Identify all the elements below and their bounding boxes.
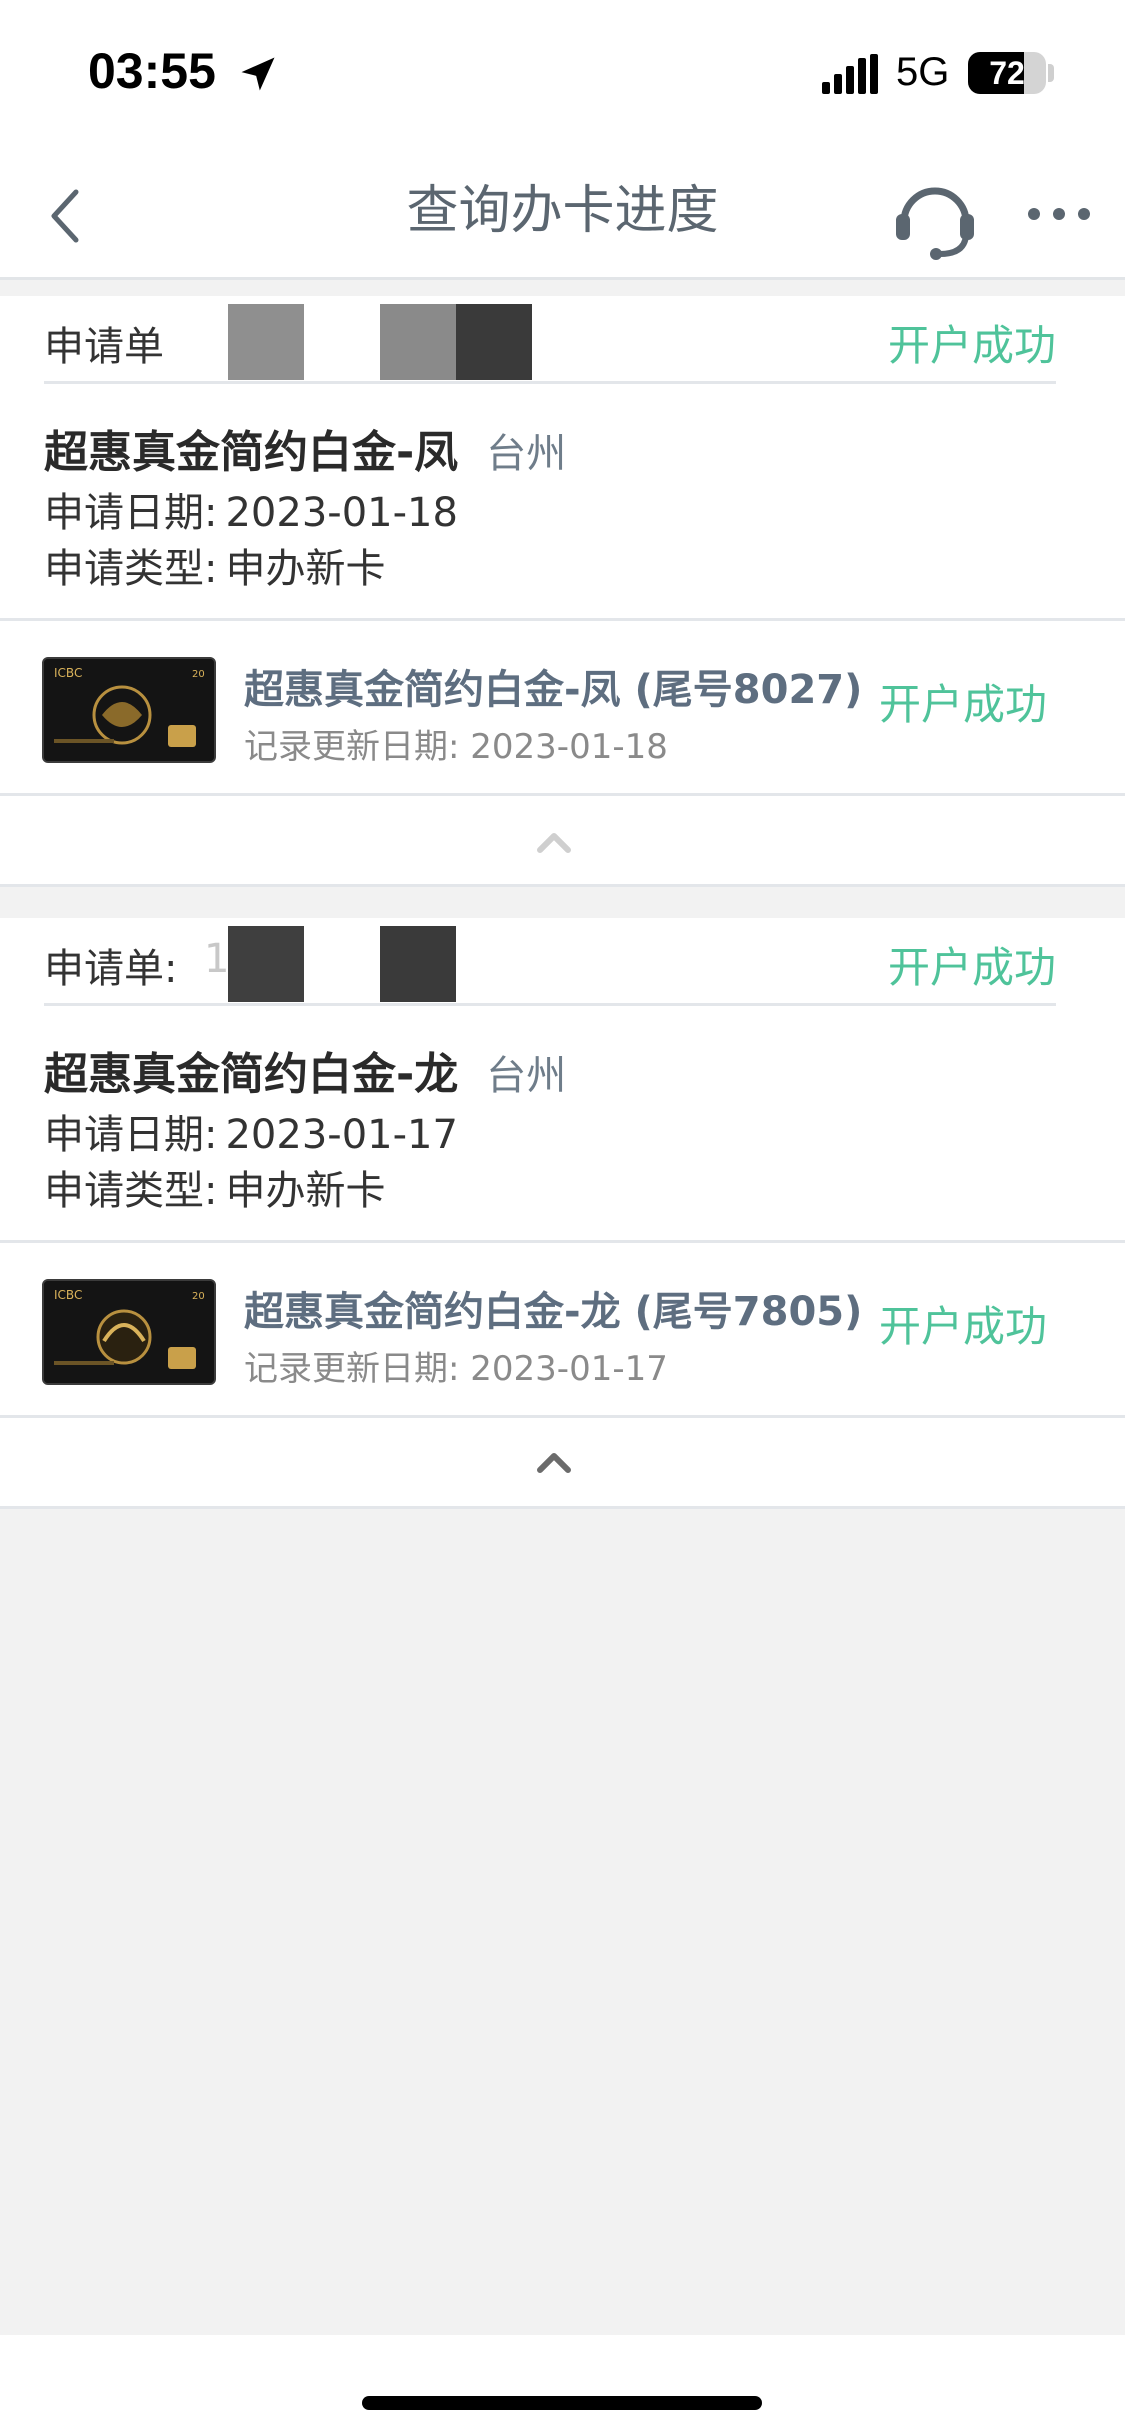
application-status: 开户成功: [887, 943, 1056, 992]
redacted-block: [228, 926, 304, 1002]
signal-strength-icon: [822, 54, 878, 94]
application-date: 申请日期: 2023-01-17: [44, 1102, 458, 1160]
chevron-up-icon: [537, 1453, 571, 1473]
application-type-value: 申办新卡: [225, 1168, 386, 1214]
application-type-label: 申请类型:: [44, 546, 218, 592]
application-header: 申请单 开户成功: [44, 296, 1056, 384]
battery-icon: 72: [968, 52, 1046, 94]
application-type: 申请类型: 申办新卡: [44, 536, 385, 594]
divider: [0, 1506, 1125, 1509]
redacted-block: [456, 304, 532, 380]
application-date-label: 申请日期:: [44, 490, 218, 536]
application-header: 申请单: 120 开户成功: [44, 918, 1056, 1006]
battery-percent: 72: [989, 55, 1025, 91]
collapse-toggle[interactable]: [0, 1418, 1125, 1506]
application-status: 开户成功: [887, 321, 1056, 370]
application-type: 申请类型: 申办新卡: [44, 1158, 385, 1216]
home-bar-area: [0, 2335, 1125, 2435]
card-update-value: 2023-01-17: [470, 1349, 668, 1389]
card-update-value: 2023-01-18: [470, 727, 668, 767]
application-type-value: 申办新卡: [225, 546, 386, 592]
card-item[interactable]: ICBC 20 超惠真金简约白金-凤 (尾号8027) 记录更新日期: 2023…: [0, 621, 1125, 793]
location-arrow-icon: [241, 57, 275, 91]
card-product-name: 超惠真金简约白金-凤: [44, 427, 459, 478]
card-item[interactable]: ICBC 20 超惠真金简约白金-龙 (尾号7805) 记录更新日期: 2023…: [0, 1243, 1125, 1415]
card-name: 超惠真金简约白金-凤 (尾号8027): [244, 667, 863, 713]
card-product-name: 超惠真金简约白金-龙: [44, 1049, 459, 1100]
application-number-label: 申请单: [44, 324, 164, 370]
home-indicator[interactable]: [362, 2396, 762, 2410]
nav-bar: 查询办卡进度: [0, 148, 1125, 280]
application-card[interactable]: 申请单: 120 开户成功 超惠真金简约白金-龙台州 申请日期:2023-01-…: [0, 918, 1125, 1240]
divider: [0, 884, 1125, 887]
credit-card-image: ICBC 20: [42, 657, 216, 763]
application-date: 申请日期: 2023-01-18: [44, 480, 458, 538]
card-city: 台州: [486, 1053, 567, 1099]
status-bar: 03:55 5G 72: [0, 0, 1125, 148]
headset-icon[interactable]: [890, 170, 980, 260]
chevron-up-icon: [537, 833, 571, 853]
battery-tip: [1048, 64, 1054, 82]
collapse-toggle[interactable]: [0, 796, 1125, 884]
svg-text:ICBC: ICBC: [54, 1288, 82, 1302]
more-dots-icon[interactable]: [1024, 194, 1094, 234]
card-city: 台州: [486, 431, 567, 477]
card-product-title: 超惠真金简约白金-龙 台州: [44, 1038, 566, 1102]
svg-text:ICBC: ICBC: [54, 666, 82, 680]
svg-text:20: 20: [192, 1291, 205, 1302]
card-product-title: 超惠真金简约白金-凤 台州: [44, 416, 566, 480]
card-status: 开户成功: [878, 1302, 1047, 1351]
application-type-label: 申请类型:: [44, 1168, 218, 1214]
redacted-block: [380, 304, 456, 380]
card-status: 开户成功: [878, 680, 1047, 729]
application-date-value: 2023-01-18: [225, 490, 458, 536]
card-update-date: 记录更新日期: 2023-01-18: [244, 719, 668, 768]
status-time: 03:55: [88, 43, 216, 99]
card-update-date: 记录更新日期: 2023-01-17: [244, 1341, 668, 1390]
card-update-label: 记录更新日期:: [244, 1349, 460, 1389]
network-type: 5G: [896, 50, 950, 94]
redacted-block: [380, 926, 456, 1002]
application-number-label: 申请单:: [44, 946, 178, 992]
redacted-block: [228, 304, 304, 380]
application-card[interactable]: 申请单 开户成功 超惠真金简约白金-凤 台州 申请日期: 2023-01-18 申请…: [0, 296, 1125, 618]
card-update-label: 记录更新日期:: [244, 727, 460, 767]
credit-card-image: ICBC 20: [42, 1279, 216, 1385]
application-date-value: 2023-01-17: [225, 1112, 458, 1158]
card-name: 超惠真金简约白金-龙 (尾号7805): [244, 1289, 863, 1335]
svg-text:20: 20: [192, 669, 205, 680]
application-date-label: 申请日期:: [44, 1112, 218, 1158]
